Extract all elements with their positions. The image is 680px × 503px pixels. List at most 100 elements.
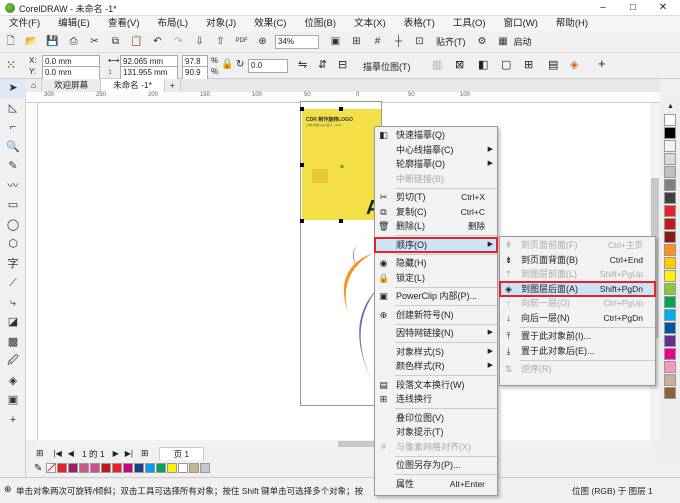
- home-icon[interactable]: ⌂: [26, 79, 43, 92]
- menu-item[interactable]: ⊕ 创建新符号(N): [375, 308, 497, 323]
- document-swatch[interactable]: [101, 463, 112, 473]
- eyedropper-palette-icon[interactable]: ✎: [34, 463, 42, 474]
- export-icon[interactable]: ⇧: [214, 35, 227, 48]
- redo-icon[interactable]: ↷: [172, 35, 185, 48]
- menu-item[interactable]: 因特网链接(N) ▶: [375, 326, 497, 341]
- add-icon[interactable]: +: [598, 56, 606, 71]
- frame-icon[interactable]: ▢: [501, 58, 511, 71]
- document-swatch[interactable]: [178, 463, 189, 473]
- document-swatch[interactable]: [156, 463, 167, 473]
- selection-handle[interactable]: [300, 163, 304, 167]
- submenu-item[interactable]: ↑ 向前一层(O) Ctrl+PgUp: [500, 296, 655, 311]
- menu-item[interactable]: 对象样式(S) ▶: [375, 345, 497, 360]
- close-button[interactable]: ✕: [648, 0, 678, 16]
- next-page-icon[interactable]: ▶: [113, 449, 119, 458]
- snap-icon[interactable]: ⊡: [413, 35, 426, 48]
- palette-swatch[interactable]: [664, 361, 676, 373]
- zoom-tool-icon[interactable]: 🔍: [0, 138, 26, 158]
- menu-item[interactable]: ⊞ 连线换行: [375, 392, 497, 407]
- palette-swatch[interactable]: [664, 127, 676, 139]
- menu-0[interactable]: 文件(F): [0, 16, 49, 31]
- document-swatch[interactable]: [134, 463, 145, 473]
- add-page-after-icon[interactable]: ⊞: [141, 448, 149, 459]
- crop-icon[interactable]: ⊠: [455, 58, 464, 71]
- trace-bitmap-dropdown[interactable]: 描摹位图(T): [363, 60, 411, 73]
- palette-swatch[interactable]: [664, 257, 676, 269]
- document-swatch[interactable]: [145, 463, 156, 473]
- prev-page-icon[interactable]: ◀: [68, 449, 74, 458]
- freehand-tool-icon[interactable]: ✎: [0, 157, 26, 177]
- zoom-level-select[interactable]: 34%: [275, 34, 319, 49]
- paste-icon[interactable]: 📋: [130, 35, 143, 48]
- palette-scroll-up-icon[interactable]: ▲: [661, 103, 680, 113]
- palette-swatch[interactable]: [664, 218, 676, 230]
- launch-icon[interactable]: ▦: [497, 35, 510, 48]
- selection-handle[interactable]: [300, 107, 304, 111]
- polygon-tool-icon[interactable]: ⬡: [0, 235, 26, 255]
- maximize-button[interactable]: □: [618, 0, 648, 16]
- selection-handle[interactable]: [300, 219, 304, 223]
- mirror-horizontal-icon[interactable]: ⇋: [298, 58, 307, 71]
- submenu-item[interactable]: ⇅ 逆序(R): [500, 362, 655, 377]
- menu-item[interactable]: ✂ 剪切(T) Ctrl+X: [375, 190, 497, 205]
- cut-toolbar-icon[interactable]: ✂: [88, 35, 101, 48]
- palette-swatch[interactable]: [664, 114, 676, 126]
- no-color-swatch[interactable]: [46, 463, 57, 473]
- palette-swatch[interactable]: [664, 205, 676, 217]
- save-icon[interactable]: 💾: [46, 35, 59, 48]
- palette-swatch[interactable]: [664, 179, 676, 191]
- transparency-icon[interactable]: ▩: [0, 333, 26, 353]
- submenu-item[interactable]: ⇡ 到图层前面(L) Shift+PgUp: [500, 267, 655, 282]
- palette-swatch[interactable]: [664, 153, 676, 165]
- connector-tool-icon[interactable]: ⤷: [0, 294, 26, 314]
- document-swatch[interactable]: [79, 463, 90, 473]
- undo-icon[interactable]: ↶: [151, 35, 164, 48]
- menu-item[interactable]: ⧉ 复制(C) Ctrl+C: [375, 205, 497, 220]
- rulers-icon[interactable]: ⊞: [350, 35, 363, 48]
- menu-item[interactable]: 轮廓描摹(O) ▶: [375, 157, 497, 172]
- first-page-icon[interactable]: |◀: [54, 449, 62, 458]
- menu-11[interactable]: 帮助(H): [547, 16, 597, 31]
- palette-swatch[interactable]: [664, 309, 676, 321]
- menu-item[interactable]: 颜色样式(R) ▶: [375, 359, 497, 374]
- fullscreen-icon[interactable]: ▣: [329, 35, 342, 48]
- submenu-item[interactable]: ⤒ 置于此对象前(I)...: [500, 329, 655, 344]
- add-tool-icon[interactable]: +: [0, 411, 26, 431]
- palette-swatch[interactable]: [664, 374, 676, 386]
- zoom-icon[interactable]: ⊕: [256, 35, 269, 48]
- add-page-icon[interactable]: ⊞: [36, 448, 44, 459]
- tab-welcome[interactable]: 欢迎屏幕: [42, 79, 102, 92]
- menu-item[interactable]: 叠印位图(V): [375, 411, 497, 426]
- document-swatch[interactable]: [189, 463, 200, 473]
- new-tab-icon[interactable]: +: [164, 79, 181, 92]
- object-origin-icon[interactable]: ⁙: [6, 58, 16, 72]
- poster-bitmap[interactable]: CDR 制作旋转LOGO 小帆 科技 logo 设计 · corel A ×: [302, 109, 381, 220]
- pick-tool-icon[interactable]: ➤: [0, 79, 26, 99]
- ellipse-tool-icon[interactable]: ◯: [0, 216, 26, 236]
- scale-y-field[interactable]: 90.9: [182, 66, 208, 80]
- drop-shadow-icon[interactable]: ◪: [0, 313, 26, 333]
- minimize-button[interactable]: –: [588, 0, 618, 16]
- document-swatch[interactable]: [90, 463, 101, 473]
- selection-handle[interactable]: [339, 219, 343, 223]
- document-swatch[interactable]: [57, 463, 68, 473]
- palette-swatch[interactable]: [664, 231, 676, 243]
- copy-toolbar-icon[interactable]: ⧉: [109, 35, 122, 48]
- submenu-item[interactable]: ⤓ 置于此对象后(E)...: [500, 344, 655, 359]
- submenu-item[interactable]: ⇟ 到页面背面(B) Ctrl+End: [500, 253, 655, 268]
- smart-fill-icon[interactable]: ▣: [0, 391, 26, 411]
- crop-tool-icon[interactable]: ⌐: [0, 118, 26, 138]
- palette-swatch[interactable]: [664, 335, 676, 347]
- menu-item[interactable]: 中断链接(B): [375, 172, 497, 187]
- menu-6[interactable]: 位图(B): [295, 16, 345, 31]
- page-tab[interactable]: 页 1: [158, 446, 205, 461]
- vertical-ruler[interactable]: [26, 103, 38, 440]
- arrange-icon[interactable]: ▤: [548, 58, 558, 71]
- bitmap-mask-icon[interactable]: ◧: [478, 58, 488, 71]
- mirror-vertical-icon[interactable]: ⇵: [318, 58, 327, 71]
- settings-icon[interactable]: ⚙: [476, 35, 489, 48]
- menu-item[interactable]: # 与像素网格对齐(X): [375, 440, 497, 455]
- launch-dropdown[interactable]: 启动: [514, 35, 532, 48]
- menu-3[interactable]: 布局(L): [148, 16, 197, 31]
- text-tool-icon[interactable]: 字: [0, 255, 26, 275]
